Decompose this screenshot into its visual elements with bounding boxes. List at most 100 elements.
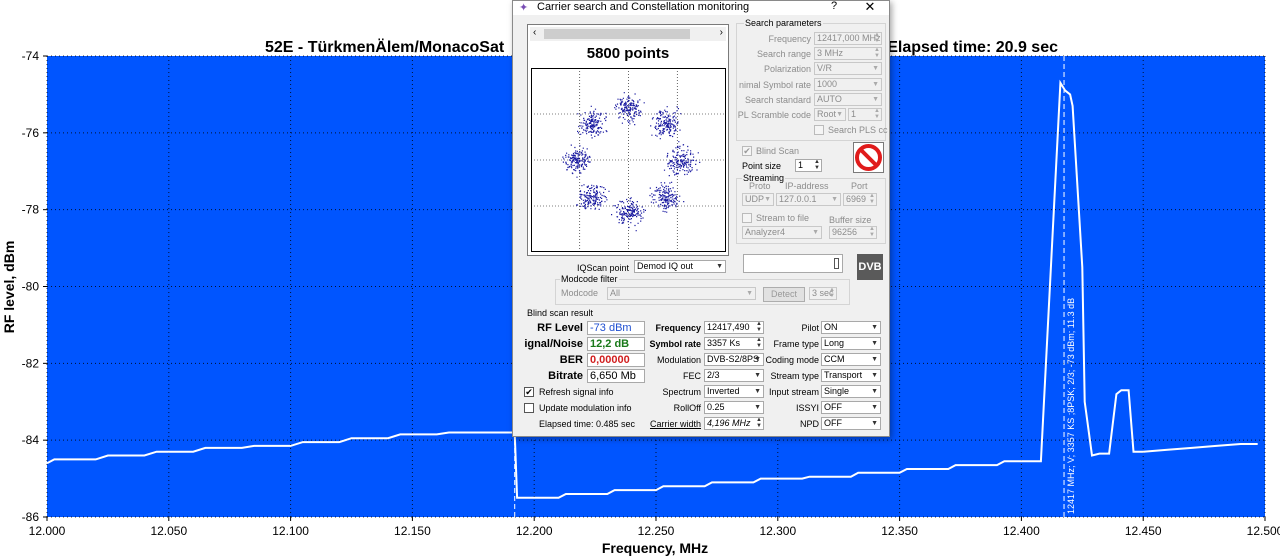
port-spinner[interactable]: 6969 ▲ ▼ xyxy=(843,193,877,206)
x-tick-label: 12.500 xyxy=(1247,524,1280,538)
dvb-logo: DVB xyxy=(857,254,883,280)
pl-mode-select[interactable]: Root ▼ xyxy=(814,108,846,121)
stream-type-value: Transport xyxy=(824,370,863,380)
y-axis-label: RF level, dBm xyxy=(1,241,17,334)
buffer-size-spinner[interactable]: 96256 ▲ ▼ xyxy=(829,226,877,239)
analyzer-select[interactable]: Analyzer4 ▼ xyxy=(742,226,822,239)
update-modulation-checkbox[interactable] xyxy=(524,403,534,413)
fec-select[interactable]: 2/3 ▼ xyxy=(704,369,764,382)
pilot-select[interactable]: ON ▼ xyxy=(821,321,881,334)
chevron-down-icon: ▼ xyxy=(764,196,771,203)
y-tick-label: -86 xyxy=(22,510,40,524)
detect-button[interactable]: Detect xyxy=(763,287,805,302)
modcode-select[interactable]: All ▼ xyxy=(607,287,756,300)
rf-level-label: RF Level xyxy=(537,322,583,334)
pl-code-spinner[interactable]: 1 ▲ ▼ xyxy=(848,108,882,121)
stream-type-select[interactable]: Transport ▼ xyxy=(821,369,881,382)
y-tick-label: -76 xyxy=(22,126,40,140)
input-stream-select[interactable]: Single ▼ xyxy=(821,385,881,398)
constellation-panel: ‹ › 5800 points xyxy=(527,24,729,256)
chevron-down-icon: ▼ xyxy=(872,81,879,88)
iqscan-select[interactable]: Demod IQ out ▼ xyxy=(634,260,726,273)
spin-arrows-icon: ▲ ▼ xyxy=(756,417,762,429)
frequency-param-input[interactable]: 12417,000 MHz ▲ ▼ xyxy=(814,32,882,45)
spin-arrows-icon: ▲ ▼ xyxy=(756,321,762,333)
blind-scan-checkbox[interactable]: ✔ xyxy=(742,146,752,156)
search-standard-label: Search standard xyxy=(744,95,811,105)
min-symbol-rate-select[interactable]: 1000 ▼ xyxy=(814,78,882,91)
chevron-down-icon: ▼ xyxy=(871,404,878,411)
refresh-signal-checkbox[interactable]: ✔ xyxy=(524,387,534,397)
status-box xyxy=(743,254,843,273)
polarization-select[interactable]: V/R ▼ xyxy=(814,62,882,75)
coding-mode-label: Coding mode xyxy=(765,355,819,365)
scroll-thumb[interactable] xyxy=(544,29,690,39)
issyi-value: OFF xyxy=(824,402,842,412)
result-frequency-value: 12417,490 xyxy=(707,322,750,332)
rolloff-select[interactable]: 0.25 ▼ xyxy=(704,401,764,414)
search-range-value: 3 MHz xyxy=(817,48,844,58)
detect-seconds-spinner[interactable]: 3 sec ▲ ▼ xyxy=(809,287,837,300)
chevron-down-icon: ▼ xyxy=(754,372,761,379)
pl-code-value: 1 xyxy=(851,109,857,119)
ber-value: 0,00000 xyxy=(587,353,645,367)
chevron-down-icon: ▼ xyxy=(871,340,878,347)
rolloff-value: 0.25 xyxy=(707,402,725,412)
ip-address-value: 127.0.0.1 xyxy=(779,194,817,204)
chevron-down-icon: ▼ xyxy=(812,229,819,236)
ip-address-select[interactable]: 127.0.0.1 ▼ xyxy=(776,193,841,206)
blind-scan-label: Blind Scan xyxy=(756,146,800,156)
chevron-down-icon: ▼ xyxy=(871,388,878,395)
search-pls-label: Search PLS cc xyxy=(828,125,888,135)
issyi-select[interactable]: OFF ▼ xyxy=(821,401,881,414)
search-standard-select[interactable]: AUTO ▼ xyxy=(814,93,882,106)
frequency-param-label: Frequency xyxy=(768,34,811,44)
symbol-rate-field[interactable]: 3357 Ks ▲ ▼ xyxy=(704,337,764,350)
close-button[interactable]: ✕ xyxy=(863,0,877,15)
scroll-right-icon[interactable]: › xyxy=(720,27,723,38)
y-tick-label: -84 xyxy=(22,433,40,447)
coding-mode-select[interactable]: CCM ▼ xyxy=(821,353,881,366)
modulation-select[interactable]: DVB-S2/8PS ▼ xyxy=(704,353,764,366)
point-size-spinner[interactable]: 1 ▲ ▼ xyxy=(795,159,822,172)
stop-icon[interactable] xyxy=(853,142,884,173)
chevron-down-icon: ▼ xyxy=(871,324,878,331)
chevron-down-icon: ▼ xyxy=(836,111,843,118)
carrier-width-field[interactable]: 4,196 MHz ▲ ▼ xyxy=(704,417,764,430)
scroll-left-icon[interactable]: ‹ xyxy=(533,27,536,38)
chart-title: 52E - TürkmenÄlem/MonacoSat xyxy=(265,38,505,56)
fec-value: 2/3 xyxy=(707,370,720,380)
result-frequency-field[interactable]: 12417,490 ▲ ▼ xyxy=(704,321,764,334)
signal-noise-label: ignal/Noise xyxy=(524,338,583,350)
dialog-titlebar: ✦ Carrier search and Constellation monit… xyxy=(513,0,889,15)
input-stream-value: Single xyxy=(824,386,850,396)
y-tick-label: -82 xyxy=(22,356,40,370)
x-tick-label: 12.000 xyxy=(29,524,66,538)
frequency-param-value: 12417,000 MHz xyxy=(817,33,881,43)
carrier-width-label: Carrier width xyxy=(649,419,701,429)
npd-select[interactable]: OFF ▼ xyxy=(821,417,881,430)
modcode-value: All xyxy=(610,288,621,298)
stream-to-file-checkbox[interactable] xyxy=(742,213,752,223)
wand-icon: ✦ xyxy=(519,2,529,14)
min-symbol-rate-label: nimal Symbol rate xyxy=(738,80,811,90)
help-button[interactable]: ? xyxy=(827,0,841,12)
proto-value: UDP xyxy=(745,194,765,204)
iqscan-value: Demod IQ out xyxy=(637,261,694,271)
refresh-signal-label: Refresh signal info xyxy=(539,387,614,397)
polarization-label: Polarization xyxy=(763,64,811,74)
spin-arrows-icon: ▲ ▼ xyxy=(756,337,762,349)
search-pls-checkbox[interactable] xyxy=(814,125,824,135)
npd-label: NPD xyxy=(799,419,819,429)
modulation-label: Modulation xyxy=(656,355,701,365)
polarization-value: V/R xyxy=(817,63,833,73)
rolloff-label: RollOff xyxy=(673,403,701,413)
proto-select[interactable]: UDP ▼ xyxy=(742,193,774,206)
constellation-scrollbar[interactable]: ‹ › xyxy=(530,27,726,41)
dialog-title: Carrier search and Constellation monitor… xyxy=(537,1,750,13)
chevron-down-icon: ▼ xyxy=(754,388,761,395)
port-value: 6969 xyxy=(846,194,867,204)
search-range-input[interactable]: 3 MHz ▲ ▼ xyxy=(814,47,882,60)
spectrum-select[interactable]: Inverted ▼ xyxy=(704,385,764,398)
frame-type-select[interactable]: Long ▼ xyxy=(821,337,881,350)
